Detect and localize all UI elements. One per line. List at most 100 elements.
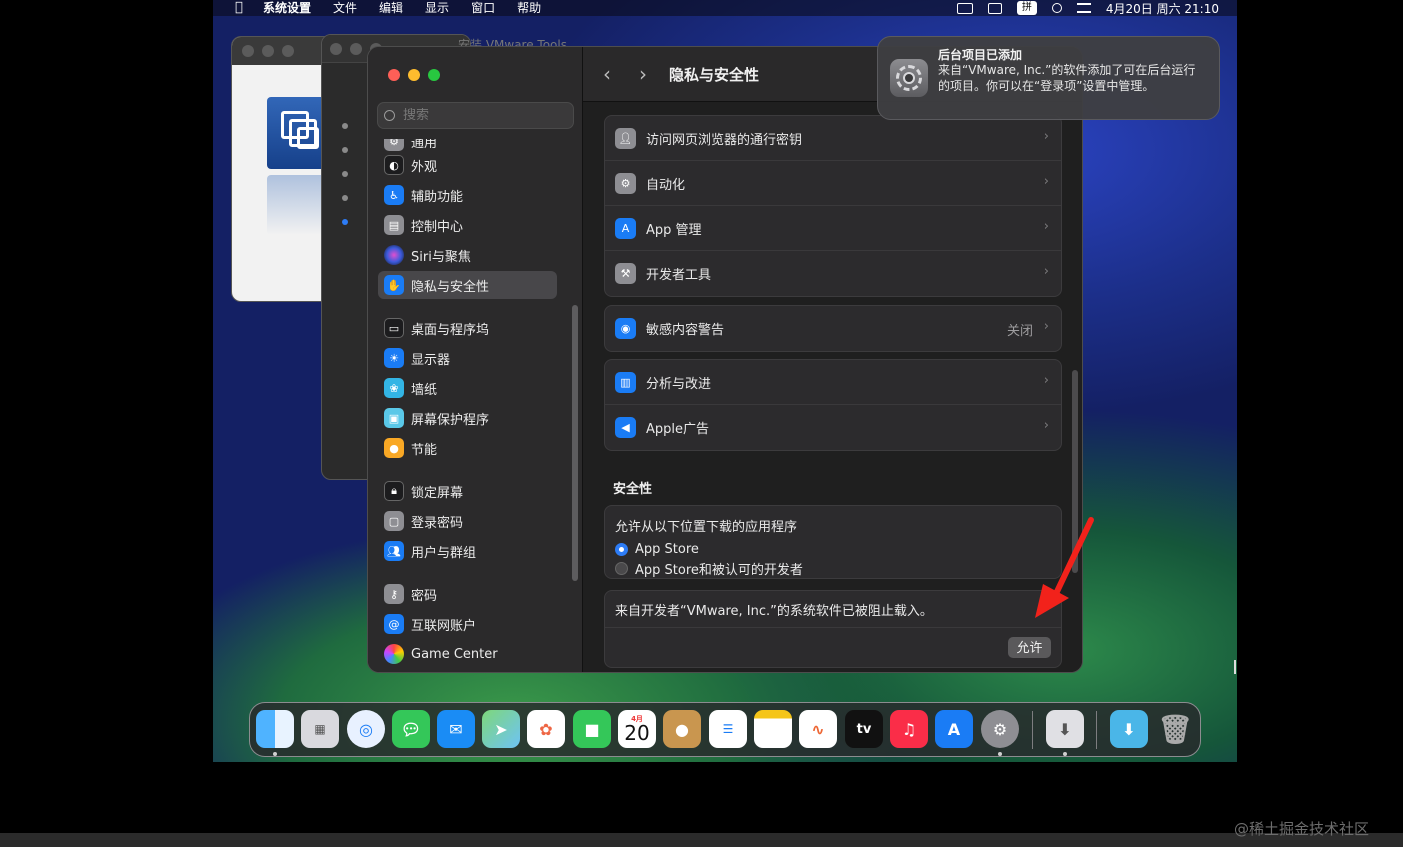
radio-app-store-identified[interactable]: App Store和被认可的开发者: [615, 559, 1051, 578]
row-analytics[interactable]: ▥ 分析与改进 ›: [605, 360, 1061, 405]
zoom-icon[interactable]: [282, 45, 294, 57]
privacy-group: 👤︎ 访问网页浏览器的通行密钥 › ⚙ 自动化 › A App 管理 › ⚒ 开…: [604, 115, 1062, 297]
radio-unselected-icon[interactable]: [615, 562, 628, 575]
sidebar-item-login-password[interactable]: ▢ 登录密码: [378, 507, 557, 535]
row-apple-ads[interactable]: ◀ Apple广告 ›: [605, 405, 1061, 450]
menu-view[interactable]: 显示: [425, 1, 449, 15]
mail-icon[interactable]: ✉: [437, 710, 475, 748]
sidebar-item-energy[interactable]: ● 节能: [378, 434, 557, 462]
row-app-management[interactable]: A App 管理 ›: [605, 206, 1061, 251]
chevron-right-icon: ›: [1043, 373, 1049, 388]
chevron-right-icon: ›: [1043, 319, 1049, 334]
row-passkeys[interactable]: 👤︎ 访问网页浏览器的通行密钥 ›: [605, 116, 1061, 161]
allow-button[interactable]: 允许: [1008, 637, 1051, 658]
search-input[interactable]: [403, 108, 563, 123]
menu-file[interactable]: 文件: [333, 1, 357, 15]
sidebar-item-internet-accounts[interactable]: @ 互联网账户: [378, 610, 557, 638]
freeform-icon[interactable]: ∿: [799, 710, 837, 748]
sidebar-item-control-center[interactable]: ▤ 控制中心: [378, 211, 557, 239]
running-indicator: [273, 752, 277, 756]
sidebar-item-game-center[interactable]: Game Center: [378, 640, 557, 668]
input-method-icon[interactable]: 拼: [1016, 1, 1037, 15]
row-sensitive-content[interactable]: ◉ 敏感内容警告 关闭 ›: [605, 306, 1061, 351]
control-center-menu-icon[interactable]: [1076, 3, 1091, 13]
row-automation[interactable]: ⚙ 自动化 ›: [605, 161, 1061, 206]
menu-app-name[interactable]: 系统设置: [263, 1, 311, 15]
zoom-button[interactable]: [428, 69, 440, 81]
notes-icon[interactable]: [754, 710, 792, 748]
sidebar-item-screensaver[interactable]: ▣ 屏幕保护程序: [378, 404, 557, 432]
internet-accounts-icon: @: [384, 614, 404, 634]
step-bullet: [342, 123, 348, 129]
radio-app-store[interactable]: App Store: [615, 540, 1051, 559]
maps-icon[interactable]: ➤: [482, 710, 520, 748]
back-chevron-icon[interactable]: ‹: [603, 64, 621, 84]
reminders-icon[interactable]: ☰: [709, 710, 747, 748]
sidebar-item-appearance[interactable]: ◐ 外观: [378, 151, 557, 179]
privacy-hand-icon: ✋: [384, 275, 404, 295]
system-settings-dock-icon[interactable]: ⚙: [981, 710, 1019, 748]
launchpad-icon[interactable]: ▦: [301, 710, 339, 748]
trash-icon[interactable]: 🗑︎: [1156, 710, 1194, 748]
sidebar-item-lock-screen[interactable]: 🔒︎ 锁定屏幕: [378, 477, 557, 505]
sidebar-item-users-groups[interactable]: 👥︎ 用户与群组: [378, 537, 557, 565]
sidebar-item-siri[interactable]: Siri与聚焦: [378, 241, 557, 269]
red-arrow-annotation: [1035, 517, 1094, 618]
edge-marker: [1234, 660, 1236, 674]
sidebar-item-label: 通用: [411, 139, 438, 151]
facetime-icon[interactable]: ■: [573, 710, 611, 748]
apple-menu-icon[interactable]: : [235, 1, 251, 14]
sidebar-item-desktop-dock[interactable]: ▭ 桌面与程序坞: [378, 314, 557, 342]
menu-clock[interactable]: 4月20日 周六 21:10: [1106, 0, 1219, 17]
chevron-right-icon: ›: [1043, 219, 1049, 234]
row-developer-tools[interactable]: ⚒ 开发者工具 ›: [605, 251, 1061, 296]
minimize-icon[interactable]: [262, 45, 274, 57]
safari-icon[interactable]: ◎: [347, 710, 385, 748]
menu-edit[interactable]: 编辑: [379, 1, 403, 15]
apple-tv-icon[interactable]: tv: [845, 710, 883, 748]
sidebar-item-label: 隐私与安全性: [411, 279, 490, 295]
sidebar-scrollbar[interactable]: [572, 305, 578, 581]
notification-banner[interactable]: 后台项目已添加 来自“VMware, Inc.”的软件添加了可在后台运行的项目。…: [877, 36, 1220, 120]
login-password-icon: ▢: [384, 511, 404, 531]
menu-window[interactable]: 窗口: [471, 1, 495, 15]
sidebar-list: ⚙ 通用 ◐ 外观 ♿ 辅助功能 ▤ 控制中心 Siri与聚焦 ✋ 隐私与安全性…: [368, 139, 583, 672]
sensitive-group: ◉ 敏感内容警告 关闭 ›: [604, 305, 1062, 352]
minimize-icon[interactable]: [350, 42, 362, 55]
finder-icon[interactable]: [256, 710, 294, 748]
spotlight-search-icon[interactable]: [1051, 3, 1062, 13]
notification-title: 后台项目已添加: [938, 48, 1023, 62]
dock-separator: [1032, 711, 1033, 749]
radio-selected-icon[interactable]: [615, 543, 628, 556]
sidebar-item-wallpaper[interactable]: ❀ 墙纸: [378, 374, 557, 402]
close-icon[interactable]: [330, 42, 342, 55]
installer-icon[interactable]: ⬇: [1046, 710, 1084, 748]
system-settings-window: ⚙ 通用 ◐ 外观 ♿ 辅助功能 ▤ 控制中心: [367, 46, 1083, 673]
calendar-day: 20: [624, 720, 650, 745]
display-icon: ☀: [384, 348, 404, 368]
sidebar-item-passwords[interactable]: ⚷ 密码: [378, 580, 557, 608]
sidebar-item-accessibility[interactable]: ♿ 辅助功能: [378, 181, 557, 209]
sidebar-item-displays[interactable]: ☀ 显示器: [378, 344, 557, 372]
music-icon[interactable]: ♫: [890, 710, 928, 748]
photos-icon[interactable]: ✿: [527, 710, 565, 748]
sidebar: ⚙ 通用 ◐ 外观 ♿ 辅助功能 ▤ 控制中心: [368, 47, 583, 672]
stage-manager-icon[interactable]: [987, 2, 1002, 14]
sidebar-item-label: 墙纸: [411, 382, 438, 398]
minimize-button[interactable]: [408, 69, 420, 81]
search-field[interactable]: [377, 102, 574, 129]
app-store-icon[interactable]: A: [935, 710, 973, 748]
screen-record-icon[interactable]: [956, 2, 973, 14]
close-icon[interactable]: [242, 45, 254, 57]
close-button[interactable]: [388, 69, 400, 81]
downloads-folder-icon[interactable]: ⬇: [1110, 710, 1148, 748]
contacts-icon[interactable]: ●: [663, 710, 701, 748]
calendar-icon[interactable]: 4月 20: [618, 710, 656, 748]
messages-icon[interactable]: 💬︎: [392, 710, 430, 748]
sidebar-item-label: 桌面与程序坞: [411, 322, 490, 338]
row-label: 分析与改进: [646, 376, 712, 392]
sidebar-item-label: 登录密码: [411, 515, 464, 531]
forward-chevron-icon[interactable]: ›: [639, 64, 657, 84]
menu-help[interactable]: 帮助: [517, 1, 541, 15]
sidebar-item-privacy-security[interactable]: ✋ 隐私与安全性: [378, 271, 557, 299]
